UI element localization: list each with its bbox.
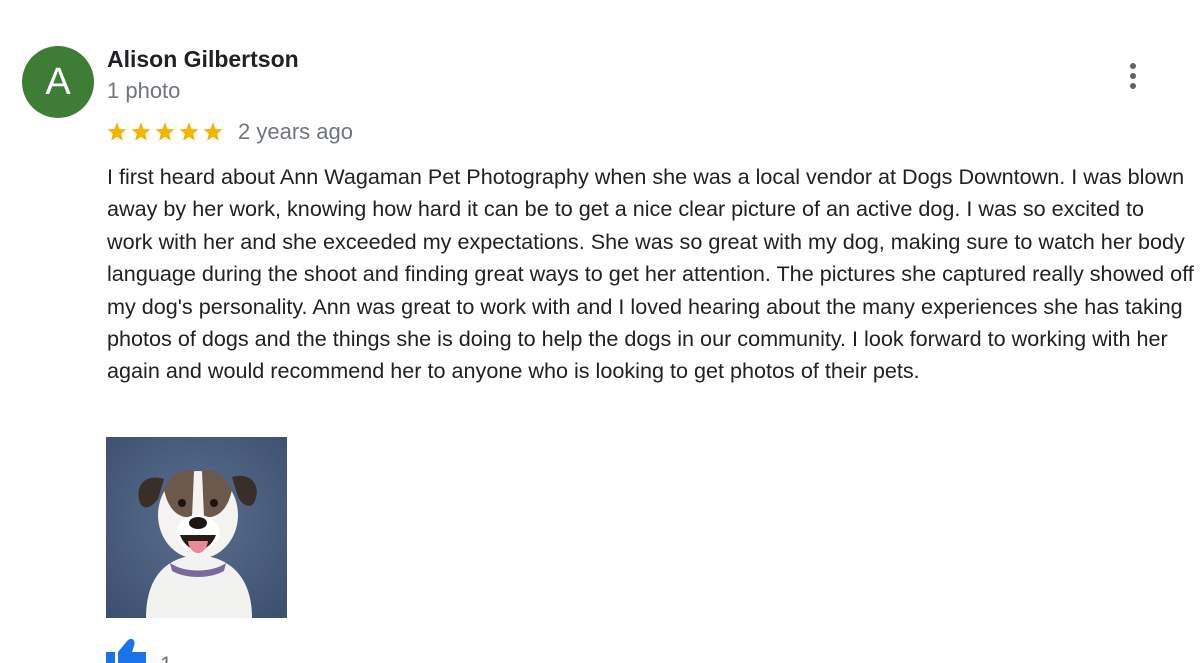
- star-icon: [106, 121, 128, 143]
- dog-photo-image: [106, 437, 287, 618]
- more-vert-icon-dot: [1130, 73, 1136, 79]
- author-name[interactable]: Alison Gilbertson: [107, 46, 299, 73]
- star-icon: [178, 121, 200, 143]
- more-options-button[interactable]: [1118, 58, 1148, 94]
- review-card: A Alison Gilbertson 1 photo 2 years ago …: [0, 0, 1200, 663]
- thumb-up-icon: [106, 638, 146, 663]
- review-date: 2 years ago: [238, 119, 353, 144]
- star-icon: [154, 121, 176, 143]
- star-icon: [130, 121, 152, 143]
- star-rating: [106, 121, 224, 143]
- star-icon: [202, 121, 224, 143]
- review-photo[interactable]: [106, 437, 287, 618]
- review-text: I first heard about Ann Wagaman Pet Phot…: [107, 164, 1194, 384]
- like-count: 1: [160, 652, 172, 663]
- author-photo-count: 1 photo: [107, 78, 181, 103]
- avatar[interactable]: A: [22, 46, 94, 118]
- rating-row: 2 years ago: [106, 118, 353, 146]
- like-button[interactable]: 1: [106, 638, 172, 663]
- more-vert-icon: [1130, 63, 1136, 69]
- more-vert-icon-dot: [1130, 83, 1136, 89]
